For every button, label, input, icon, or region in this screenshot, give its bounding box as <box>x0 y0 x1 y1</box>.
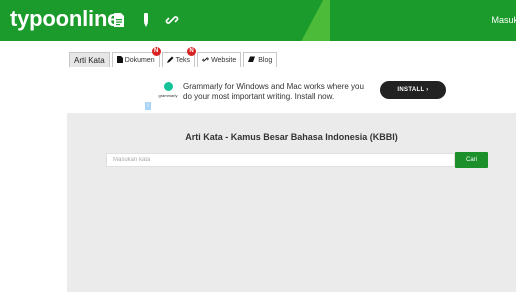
tab-label: Arti Kata <box>74 55 105 65</box>
login-link[interactable]: Masuk <box>491 15 516 25</box>
tab-dokumen[interactable]: Dokumen N <box>111 47 161 67</box>
tab-arti-kata[interactable]: Arti Kata <box>69 52 110 67</box>
document-icon[interactable] <box>113 13 129 29</box>
tab-website[interactable]: Website <box>197 52 242 67</box>
pen-icon[interactable] <box>142 13 158 29</box>
tab-blog[interactable]: Blog <box>243 52 278 67</box>
header-right-area <box>330 0 516 41</box>
document-icon <box>116 55 123 65</box>
tab-label: Blog <box>258 56 273 64</box>
grammarly-logo-icon <box>163 82 173 91</box>
tool-tabs: Arti Kata Dokumen N Teks N Website Blog <box>69 47 279 67</box>
blog-icon <box>248 56 256 65</box>
site-logo[interactable]: typoonline <box>10 6 119 32</box>
tab-label: Dokumen <box>124 56 155 64</box>
search-button[interactable]: Cari <box>455 152 488 168</box>
link-icon <box>202 56 209 65</box>
ad-text: Grammarly for Windows and Mac works wher… <box>183 82 364 101</box>
new-badge: N <box>187 47 197 56</box>
tab-label: Teks <box>175 56 191 64</box>
search-input[interactable] <box>106 153 455 167</box>
ad-brand-name: grammarly <box>158 93 178 98</box>
tab-label: Website <box>211 56 237 64</box>
grammarly-logo: grammarly <box>153 82 183 98</box>
page-title: Arti Kata - Kamus Besar Bahasa Indonesia… <box>185 132 398 142</box>
tab-teks[interactable]: Teks N <box>161 47 197 67</box>
new-badge: N <box>151 47 161 56</box>
top-header: typoonline Masuk <box>0 0 516 41</box>
ad-info-icon[interactable]: i <box>145 102 151 110</box>
ad-banner[interactable]: grammarly i Grammarly for Windows and Ma… <box>145 69 452 112</box>
kbbi-panel: Arti Kata - Kamus Besar Bahasa Indonesia… <box>67 113 516 292</box>
ad-install-button[interactable]: INSTALL › <box>380 81 446 99</box>
pencil-icon <box>166 56 174 65</box>
link-icon[interactable] <box>165 13 181 29</box>
